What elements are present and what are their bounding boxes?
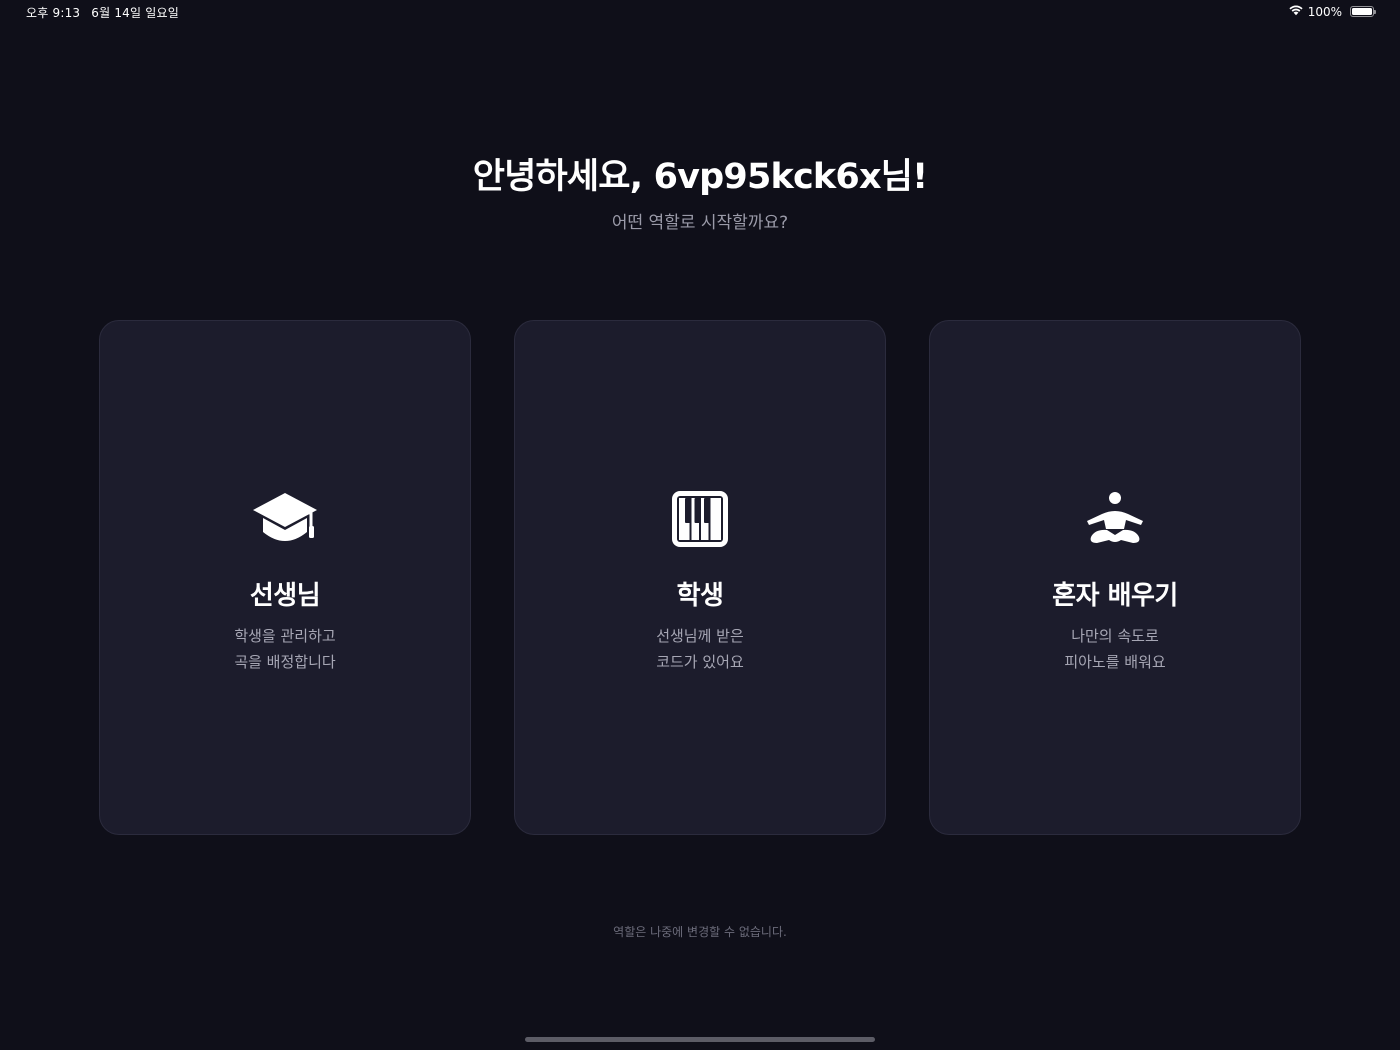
role-description: 나만의 속도로 피아노를 배워요 [930, 623, 1300, 675]
battery-level [1352, 8, 1372, 15]
role-description-line: 곡을 배정합니다 [234, 653, 336, 671]
role-card-student[interactable]: 학생 선생님께 받은 코드가 있어요 [514, 320, 886, 835]
role-change-notice: 역할은 나중에 변경할 수 없습니다. [613, 925, 787, 939]
role-selection-screen: 오후 9:13 6월 14일 일요일 100% 안녕하세요, 6vp95kck6… [0, 0, 1400, 1050]
role-description-line: 나만의 속도로 [1071, 627, 1159, 645]
status-date: 6월 14일 일요일 [91, 6, 179, 20]
piano-icon [665, 489, 735, 549]
status-bar: 오후 9:13 6월 14일 일요일 100% [0, 0, 1400, 26]
status-time: 오후 9:13 [26, 6, 81, 20]
status-right: 100% [1288, 4, 1376, 19]
meditation-person-icon [1080, 489, 1150, 549]
role-card-solo[interactable]: 혼자 배우기 나만의 속도로 피아노를 배워요 [929, 320, 1301, 835]
greeting-title: 안녕하세요, 6vp95kck6x님! [472, 157, 928, 197]
status-left: 오후 9:13 6월 14일 일요일 [26, 4, 179, 21]
role-title: 학생 [676, 581, 724, 611]
battery-percent: 100% [1307, 4, 1342, 19]
role-description-line: 코드가 있어요 [656, 653, 744, 671]
wifi-icon [1288, 4, 1304, 19]
role-title: 선생님 [249, 581, 321, 611]
role-description-line: 선생님께 받은 [656, 627, 744, 645]
battery-cap [1374, 10, 1376, 14]
greeting-subtitle: 어떤 역할로 시작할까요? [611, 213, 789, 233]
battery-icon [1350, 6, 1376, 17]
role-description-line: 피아노를 배워요 [1064, 653, 1166, 671]
role-card-teacher[interactable]: 선생님 학생을 관리하고 곡을 배정합니다 [99, 320, 471, 835]
home-indicator[interactable] [525, 1037, 875, 1042]
role-description: 선생님께 받은 코드가 있어요 [515, 623, 885, 675]
role-description: 학생을 관리하고 곡을 배정합니다 [100, 623, 470, 675]
role-title: 혼자 배우기 [1052, 581, 1178, 611]
role-description-line: 학생을 관리하고 [234, 627, 336, 645]
graduation-cap-icon [250, 489, 320, 549]
